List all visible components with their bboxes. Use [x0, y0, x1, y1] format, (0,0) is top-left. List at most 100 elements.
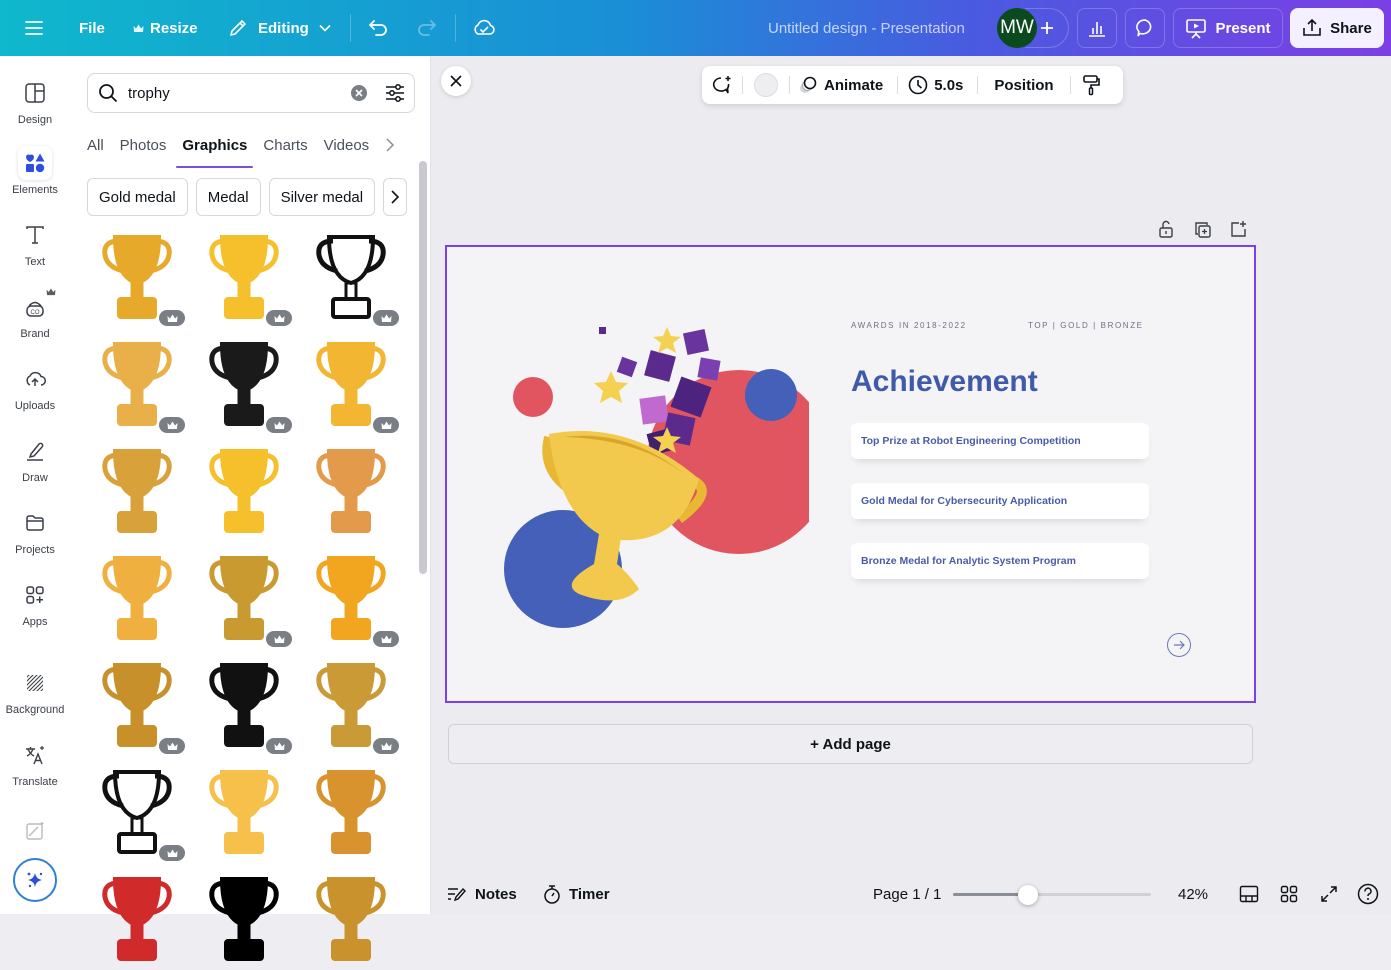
graphic-result-item[interactable]	[87, 656, 187, 756]
copy-style-button[interactable]	[1071, 74, 1111, 96]
document-title[interactable]: Untitled design - Presentation	[768, 0, 965, 56]
add-comment-button[interactable]	[702, 74, 742, 96]
graphic-result-item[interactable]	[87, 870, 187, 970]
chip-medal[interactable]: Medal	[195, 178, 261, 216]
graphic-result-item[interactable]	[194, 763, 294, 863]
graphic-result-item[interactable]	[301, 549, 401, 649]
graphic-result-item[interactable]	[194, 335, 294, 435]
trophy-illustration[interactable]	[499, 319, 809, 639]
award-levels-label[interactable]: TOP | GOLD | BRONZE	[1028, 321, 1144, 330]
rail-item-background[interactable]: Background	[0, 666, 70, 732]
graphic-result-item[interactable]	[301, 763, 401, 863]
slide-title[interactable]: Achievement	[851, 365, 1038, 399]
search-input[interactable]: trophy	[128, 85, 170, 102]
rail-item-draw[interactable]: Draw	[0, 434, 70, 500]
top-bar: File Resize Editing Untitled design - Pr…	[0, 0, 1391, 56]
redo-button[interactable]	[415, 0, 437, 56]
graphic-result-item[interactable]	[194, 228, 294, 328]
tab-charts[interactable]: Charts	[263, 128, 307, 162]
color-picker-button[interactable]	[743, 73, 789, 97]
graphic-result-item[interactable]	[87, 442, 187, 542]
awards-years-label[interactable]: AWARDS IN 2018-2022	[851, 321, 967, 330]
graphic-result-item[interactable]	[301, 656, 401, 756]
chips-scroll-right[interactable]	[383, 178, 408, 216]
grid-view-button[interactable]	[1280, 885, 1298, 903]
help-button[interactable]	[1357, 883, 1379, 905]
achievement-card[interactable]: Top Prize at Robot Engineering Competiti…	[851, 423, 1149, 459]
insights-button[interactable]	[1077, 8, 1117, 48]
graphic-result-item[interactable]	[87, 335, 187, 435]
graphic-result-item[interactable]	[87, 228, 187, 328]
graphic-result-item[interactable]	[87, 549, 187, 649]
undo-button[interactable]	[368, 0, 390, 56]
rail-item-uploads[interactable]: Uploads	[0, 362, 70, 428]
share-button[interactable]: Share	[1290, 8, 1384, 48]
file-menu-button[interactable]: File	[79, 0, 105, 56]
rail-item-elements[interactable]: Elements	[0, 146, 70, 212]
save-status-button[interactable]	[472, 0, 496, 56]
graphic-result-item[interactable]	[87, 763, 187, 863]
premium-badge	[159, 738, 185, 754]
chip-gold-medal[interactable]: Gold medal	[87, 178, 188, 216]
next-arrow-button[interactable]	[1167, 633, 1191, 657]
rail-item-brand[interactable]: CO Brand	[0, 288, 70, 356]
footer-bar: Notes Timer Page 1 / 1 42%	[431, 874, 1391, 914]
achievement-card[interactable]: Bronze Medal for Analytic System Program	[851, 543, 1149, 579]
present-button[interactable]: Present	[1173, 8, 1283, 48]
editing-mode-dropdown[interactable]: Editing	[228, 0, 331, 56]
add-page-after-button[interactable]	[1230, 220, 1248, 243]
rail-item-design[interactable]: Design	[0, 76, 70, 142]
rail-item-text[interactable]: Text	[0, 218, 70, 284]
filter-sliders-icon[interactable]	[385, 83, 405, 103]
duration-button[interactable]: 5.0s	[898, 75, 977, 95]
tabs-scroll-right[interactable]	[385, 128, 395, 162]
graphic-result-item[interactable]	[301, 442, 401, 542]
zoom-slider[interactable]	[953, 885, 1151, 905]
animate-button[interactable]: Animate	[790, 75, 897, 95]
user-avatar[interactable]: MW	[997, 8, 1037, 48]
tab-all[interactable]: All	[87, 128, 104, 162]
premium-badge	[373, 310, 399, 326]
graphic-result-item[interactable]	[194, 442, 294, 542]
duplicate-page-button[interactable]	[1194, 221, 1212, 244]
comments-button[interactable]	[1125, 8, 1165, 48]
position-button[interactable]: Position	[978, 77, 1069, 94]
brand-kit-icon: CO	[26, 301, 44, 317]
main-menu-button[interactable]	[25, 0, 43, 56]
tab-videos[interactable]: Videos	[324, 128, 370, 162]
add-page-button[interactable]: + Add page	[448, 724, 1253, 764]
graphic-result-item[interactable]	[301, 335, 401, 435]
tab-graphics[interactable]: Graphics	[176, 128, 254, 168]
fullscreen-button[interactable]	[1320, 885, 1338, 903]
search-box[interactable]: trophy	[87, 73, 415, 113]
rail-item-projects[interactable]: Projects	[0, 506, 70, 572]
zoom-slider-thumb[interactable]	[1018, 885, 1039, 905]
rail-item-translate[interactable]: Translate	[0, 738, 70, 804]
clear-search-icon[interactable]	[350, 84, 368, 102]
close-panel-button[interactable]	[441, 66, 471, 96]
graphic-result-item[interactable]	[301, 228, 401, 328]
thumbnail-view-button[interactable]	[1239, 885, 1259, 903]
graphic-result-item[interactable]	[194, 656, 294, 756]
tab-photos[interactable]: Photos	[120, 128, 167, 162]
graphic-result-item[interactable]	[194, 549, 294, 649]
rail-item-apps[interactable]: Apps	[0, 578, 70, 644]
trophy-thumbnail	[209, 770, 279, 854]
graphic-result-item[interactable]	[301, 870, 401, 970]
notes-button[interactable]: Notes	[447, 886, 517, 903]
panel-scrollbar[interactable]	[419, 161, 427, 574]
graphic-result-item[interactable]	[194, 870, 294, 970]
divider	[455, 14, 456, 42]
chip-silver-medal[interactable]: Silver medal	[268, 178, 376, 216]
slide-page[interactable]: AWARDS IN 2018-2022 TOP | GOLD | BRONZE …	[445, 245, 1256, 703]
resize-button[interactable]: Resize	[133, 0, 198, 56]
magic-ai-button[interactable]	[13, 858, 57, 902]
zoom-percentage[interactable]: 42%	[1178, 886, 1208, 903]
page-indicator[interactable]: Page 1 / 1	[873, 886, 941, 903]
timer-button[interactable]: Timer	[543, 884, 610, 904]
lock-page-button[interactable]	[1158, 220, 1174, 243]
achievement-card[interactable]: Gold Medal for Cybersecurity Application	[851, 483, 1149, 519]
duration-label: 5.0s	[934, 76, 964, 94]
premium-badge	[373, 417, 399, 433]
side-rail: Design Elements Text CO Brand Uploads Dr…	[0, 56, 70, 914]
